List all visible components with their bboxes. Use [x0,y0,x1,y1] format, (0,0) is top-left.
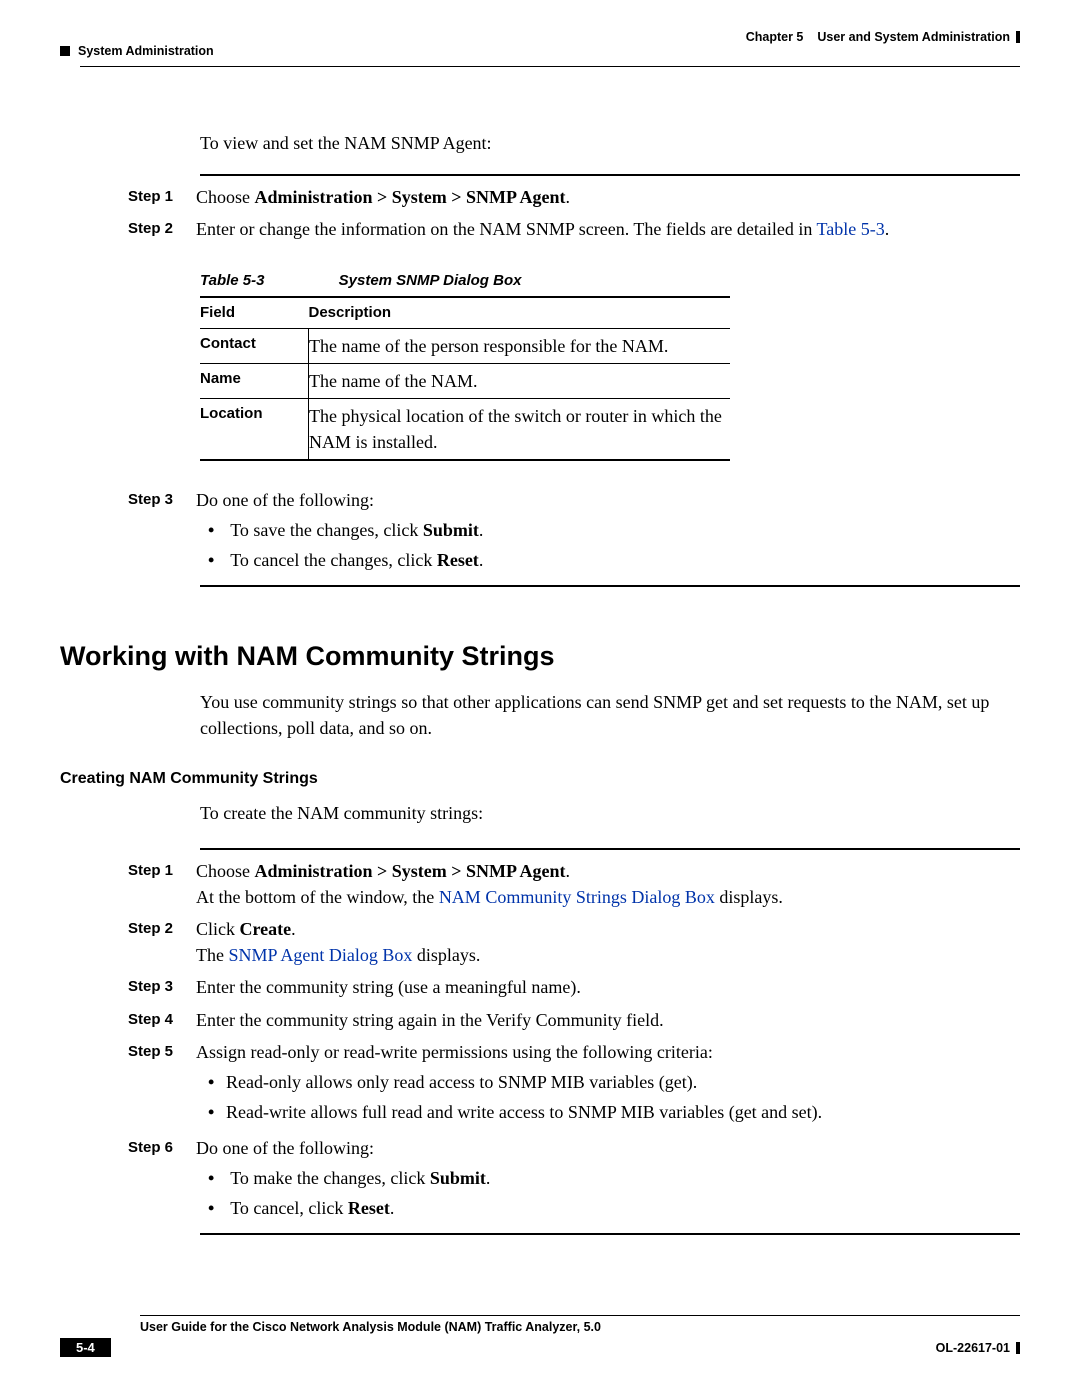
bullet-text: . [486,1168,491,1188]
chapter-label: Chapter 5 [746,30,804,44]
step-text: Assign read-only or read-write permissio… [196,1042,713,1062]
step-2: Step 2 Enter or change the information o… [200,216,1020,242]
header-rule [80,66,1020,67]
bullet-text: . [479,520,484,540]
header-square-icon [60,46,70,56]
steps-end-rule [200,585,1020,587]
steps-end-rule [200,1233,1020,1235]
table-ref-link[interactable]: Table 5-3 [817,219,885,239]
step-text: The [196,945,228,965]
table-cell: Location [200,398,309,460]
bullet-bold: Submit [423,520,479,540]
dialog-link[interactable]: NAM Community Strings Dialog Box [439,887,715,907]
intro-text: To view and set the NAM SNMP Agent: [200,130,1020,156]
step-2: Step 2 Click Create. The SNMP Agent Dial… [200,916,1020,968]
table-cell: Contact [200,328,309,363]
step-text: Click [196,919,240,939]
step-text: displays. [412,945,480,965]
subheading-creating: Creating NAM Community Strings [60,767,1020,790]
table-row: Name The name of the NAM. [200,363,730,398]
footer-rule [140,1315,1020,1316]
step-text: . [885,219,890,239]
step-label: Step 4 [128,1007,196,1033]
bullet-text: . [479,550,484,570]
bullet-text: . [390,1198,395,1218]
guide-title: User Guide for the Cisco Network Analysi… [140,1320,1020,1334]
table-header: Field [200,297,309,328]
step-text: Choose [196,187,255,207]
step-text: Do one of the following: [196,490,374,510]
list-item: To save the changes, click Submit. [226,517,1020,543]
bullet-bold: Reset [437,550,479,570]
step-6: Step 6 Do one of the following: To make … [200,1135,1020,1225]
step-label: Step 3 [128,974,196,1000]
step-text: Enter the community string again in the … [196,1007,1020,1033]
page-footer: User Guide for the Cisco Network Analysi… [60,1315,1020,1357]
step-text: Enter or change the information on the N… [196,219,817,239]
step-4: Step 4 Enter the community string again … [200,1007,1020,1033]
table-caption-num: Table 5-3 [200,272,264,289]
section-paragraph: You use community strings so that other … [200,689,1020,741]
bullet-text: To cancel the changes, click [230,550,437,570]
bullet-bold: Submit [430,1168,486,1188]
bullet-bold: Reset [348,1198,390,1218]
steps-start-rule [200,848,1020,850]
step-text: Choose [196,861,255,881]
list-item: Read-write allows full read and write ac… [226,1099,1020,1125]
step-label: Step 3 [128,487,196,577]
step-label: Step 5 [128,1039,196,1129]
doc-id-text: OL-22617-01 [936,1341,1010,1355]
steps-start-rule [200,174,1020,176]
bullet-text: To save the changes, click [230,520,423,540]
footer-bar [1016,1342,1020,1354]
table-row: Location The physical location of the sw… [200,398,730,460]
step-text: . [566,861,571,881]
table-row: Contact The name of the person responsib… [200,328,730,363]
section-name: System Administration [78,44,214,58]
list-item: Read-only allows only read access to SNM… [226,1069,1020,1095]
step-1: Step 1 Choose Administration > System > … [200,858,1020,910]
step-text: displays. [715,887,783,907]
page-number: 5-4 [60,1338,111,1357]
table-caption-title: System SNMP Dialog Box [339,272,522,289]
table-cell: The physical location of the switch or r… [309,398,731,460]
step-text: Do one of the following: [196,1138,374,1158]
bullet-text: To cancel, click [230,1198,348,1218]
step-3: Step 3 Do one of the following: To save … [200,487,1020,577]
step-text: . [566,187,571,207]
step-1: Step 1 Choose Administration > System > … [200,184,1020,210]
step-text: Enter the community string (use a meanin… [196,974,1020,1000]
step-label: Step 2 [128,916,196,968]
table-cell: Name [200,363,309,398]
document-id: OL-22617-01 [936,1341,1020,1355]
step-bold: Administration > System > SNMP Agent [255,187,566,207]
table-caption: Table 5-3 System SNMP Dialog Box [200,270,1020,292]
step-label: Step 1 [128,184,196,210]
step-label: Step 1 [128,858,196,910]
list-item: To cancel, click Reset. [226,1195,1020,1221]
step-3: Step 3 Enter the community string (use a… [200,974,1020,1000]
header-bar [1016,31,1020,43]
step-5: Step 5 Assign read-only or read-write pe… [200,1039,1020,1129]
running-header: Chapter 5 User and System Administration… [60,30,1020,70]
chapter-title: User and System Administration [817,30,1010,44]
step-bold: Create [240,919,292,939]
table-cell: The name of the person responsible for t… [309,328,731,363]
dialog-link[interactable]: SNMP Agent Dialog Box [228,945,412,965]
snmp-table: Field Description Contact The name of th… [200,296,730,461]
heading-working-community: Working with NAM Community Strings [60,637,1020,676]
document-page: Chapter 5 User and System Administration… [0,0,1080,1397]
step-text: . [291,919,296,939]
step-label: Step 2 [128,216,196,242]
list-item: To make the changes, click Submit. [226,1165,1020,1191]
list-item: To cancel the changes, click Reset. [226,547,1020,573]
step-label: Step 6 [128,1135,196,1225]
step-text: At the bottom of the window, the [196,887,439,907]
table-header: Description [309,297,731,328]
page-content: To view and set the NAM SNMP Agent: Step… [200,130,1020,1235]
table-cell: The name of the NAM. [309,363,731,398]
intro-text: To create the NAM community strings: [200,800,1020,826]
step-bold: Administration > System > SNMP Agent [255,861,566,881]
bullet-text: To make the changes, click [230,1168,430,1188]
